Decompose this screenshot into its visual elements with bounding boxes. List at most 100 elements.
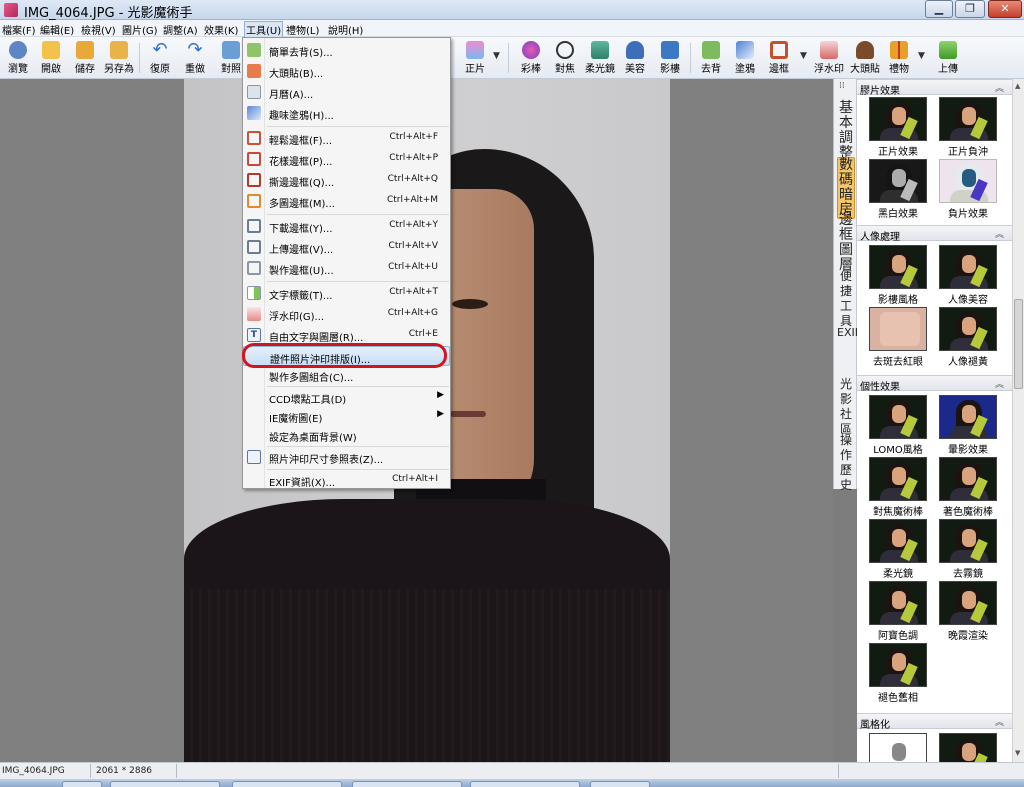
menu-item-exif-info[interactable]: EXIF資訊(X)... Ctrl+Alt+I (243, 470, 450, 490)
menu-item-download-border[interactable]: 下載邊框(Y)... Ctrl+Alt+Y (243, 216, 450, 236)
section-header-stylize[interactable]: 風格化 ︽ (857, 713, 1012, 731)
menu-item-calendar[interactable]: 月曆(A)... (243, 82, 450, 102)
collapse-icon[interactable]: ︽ (995, 377, 1004, 390)
effect-thumbnail[interactable]: 柔光鏡 (867, 519, 929, 581)
effect-thumbnail[interactable]: 人像美容 (937, 245, 999, 307)
section-header-portrait[interactable]: 人像處理 ︽ (857, 225, 1012, 243)
collapse-icon[interactable]: ︽ (995, 715, 1004, 728)
menu-tools[interactable]: 工具(U) (244, 21, 284, 38)
grip-icon[interactable]: ⁞⁞ (839, 81, 845, 91)
effect-thumbnail[interactable]: 對焦魔術棒 (867, 457, 929, 519)
close-button[interactable]: ✕ (988, 0, 1022, 18)
effect-thumbnail[interactable]: 去霧鏡 (937, 519, 999, 581)
chevron-down-icon[interactable]: ▼ (493, 51, 500, 61)
effect-thumbnail[interactable]: 阿寶色調 (867, 581, 929, 643)
upload-button[interactable]: 上傳 (930, 39, 966, 77)
menu-item-make-border[interactable]: 製作邊框(U)... Ctrl+Alt+U (243, 258, 450, 278)
tab-digital-darkroom[interactable]: 數碼暗房 (837, 157, 855, 219)
effect-thumbnail[interactable]: 人像褪黃 (937, 307, 999, 369)
sticker-photo-button[interactable]: 大頭貼 (847, 39, 883, 77)
save-as-button[interactable]: 另存為 (101, 39, 137, 77)
positive-film-button[interactable]: 正片 (457, 39, 493, 77)
effect-thumbnail[interactable]: 暈影效果 (937, 395, 999, 457)
soft-light-button[interactable]: 柔光鏡 (582, 39, 618, 77)
cutout-icon (702, 41, 720, 59)
section-header-creative[interactable]: 個性效果 ︽ (857, 375, 1012, 393)
menu-item-upload-border[interactable]: 上傳邊框(V)... Ctrl+Alt+V (243, 237, 450, 257)
effect-thumbnail[interactable] (937, 733, 999, 762)
chevron-down-icon[interactable]: ▼ (918, 51, 925, 61)
watermark-button[interactable]: 浮水印 (811, 39, 847, 77)
open-button[interactable]: 開啟 (33, 39, 69, 77)
effect-thumbnail[interactable]: 著色魔術棒 (937, 457, 999, 519)
border-button[interactable]: 邊框 (761, 39, 797, 77)
effect-thumbnail[interactable]: 正片效果 (867, 97, 929, 159)
menu-effects[interactable]: 效果(K) (204, 22, 238, 37)
taskbar-item[interactable] (62, 781, 102, 787)
remove-bg-button[interactable]: 去背 (693, 39, 729, 77)
scrollbar-thumb[interactable] (1014, 299, 1023, 389)
menu-item-pattern-border[interactable]: 花樣邊框(P)... Ctrl+Alt+P (243, 149, 450, 169)
menu-item-text-label[interactable]: 文字標籤(T)... Ctrl+Alt+T (243, 283, 450, 303)
tab-basic-adjust[interactable]: 基本調整 (837, 101, 855, 161)
effect-thumbnail[interactable]: LOMO風格 (867, 395, 929, 457)
effect-thumbnail[interactable]: 影樓風格 (867, 245, 929, 307)
effect-thumbnail[interactable]: 正片負沖 (937, 97, 999, 159)
collapse-icon[interactable]: ︽ (995, 81, 1004, 94)
menu-item-sticker-photo[interactable]: 大頭貼(B)... (243, 61, 450, 81)
minimize-button[interactable]: ▁ (925, 0, 953, 18)
menu-help[interactable]: 說明(H) (328, 22, 363, 37)
effect-thumbnail[interactable] (867, 733, 929, 762)
undo-button[interactable]: ↶ 復原 (142, 39, 178, 77)
taskbar-item[interactable] (110, 781, 220, 787)
menu-item-watermark[interactable]: 浮水印(G)... Ctrl+Alt+G (243, 304, 450, 324)
menu-item-ccd-dead-pixel[interactable]: CCD壞點工具(D) ▶ (243, 387, 450, 407)
tab-history[interactable]: 操作歷史 (837, 433, 855, 493)
tab-exif[interactable]: EXIF (837, 325, 861, 340)
effect-thumbnail[interactable]: 晚霞渲染 (937, 581, 999, 643)
menu-gifts[interactable]: 禮物(L) (286, 22, 319, 37)
maximize-button[interactable]: ❐ (955, 0, 985, 18)
menu-view[interactable]: 檢視(V) (81, 22, 116, 37)
redo-button[interactable]: ↷ 重做 (177, 39, 213, 77)
scroll-down-icon[interactable]: ▼ (1015, 749, 1020, 757)
menu-image[interactable]: 圖片(G) (122, 22, 158, 37)
effect-thumbnail[interactable]: 褪色舊相 (867, 643, 929, 705)
menu-item-simple-cutout[interactable]: 簡單去背(S)... (243, 40, 450, 60)
menu-item-set-wallpaper[interactable]: 設定為桌面背景(W) (243, 425, 450, 445)
section-header-film[interactable]: 膠片效果 ︽ (857, 79, 1012, 97)
tab-community[interactable]: 光影社區 (837, 377, 855, 437)
taskbar-item[interactable] (590, 781, 650, 787)
focus-button[interactable]: 對焦 (547, 39, 583, 77)
chevron-down-icon[interactable]: ▼ (800, 51, 807, 61)
menu-item-free-text-layer[interactable]: T 自由文字與圖層(R)... Ctrl+E (243, 325, 450, 345)
effect-thumbnail[interactable]: 負片效果 (937, 159, 999, 221)
menu-item-fun-doodle[interactable]: 趣味塗鴉(H)... (243, 103, 450, 123)
panel-scrollbar[interactable]: ▲ ▼ (1012, 79, 1024, 762)
taskbar-item[interactable] (470, 781, 580, 787)
gift-button[interactable]: 禮物 (881, 39, 917, 77)
menu-item-ie-magic-image[interactable]: IE魔術圖(E) ▶ (243, 406, 450, 426)
scroll-up-icon[interactable]: ▲ (1015, 82, 1020, 90)
tab-quick-tools[interactable]: 便捷工具 (837, 269, 855, 329)
taskbar-item[interactable] (232, 781, 342, 787)
menu-item-easy-border[interactable]: 輕鬆邊框(F)... Ctrl+Alt+F (243, 128, 450, 148)
browse-button[interactable]: 瀏覽 (0, 39, 36, 77)
beauty-button[interactable]: 美容 (617, 39, 653, 77)
taskbar-item[interactable] (352, 781, 462, 787)
menu-adjust[interactable]: 調整(A) (163, 22, 198, 37)
collapse-icon[interactable]: ︽ (995, 227, 1004, 240)
menu-item-print-size-table[interactable]: 照片沖印尺寸參照表(Z)... (243, 447, 450, 467)
menu-item-multi-image-combo[interactable]: 製作多圖組合(C)... (243, 365, 450, 385)
menu-item-multi-border[interactable]: 多圖邊框(M)... Ctrl+Alt+M (243, 191, 450, 211)
doodle-button[interactable]: 塗鴉 (727, 39, 763, 77)
effect-thumbnail[interactable]: 去斑去紅眼 (867, 307, 929, 369)
menu-edit[interactable]: 編輯(E) (40, 22, 74, 37)
menu-file[interactable]: 檔案(F) (2, 22, 36, 37)
tab-border-layers[interactable]: 邊框圖層 (837, 213, 855, 273)
effect-thumbnail[interactable]: 黑白效果 (867, 159, 929, 221)
save-button[interactable]: 儲存 (67, 39, 103, 77)
color-wand-button[interactable]: 彩棒 (513, 39, 549, 77)
menu-item-torn-border[interactable]: 撕邊邊框(Q)... Ctrl+Alt+Q (243, 170, 450, 190)
studio-button[interactable]: 影樓 (652, 39, 688, 77)
